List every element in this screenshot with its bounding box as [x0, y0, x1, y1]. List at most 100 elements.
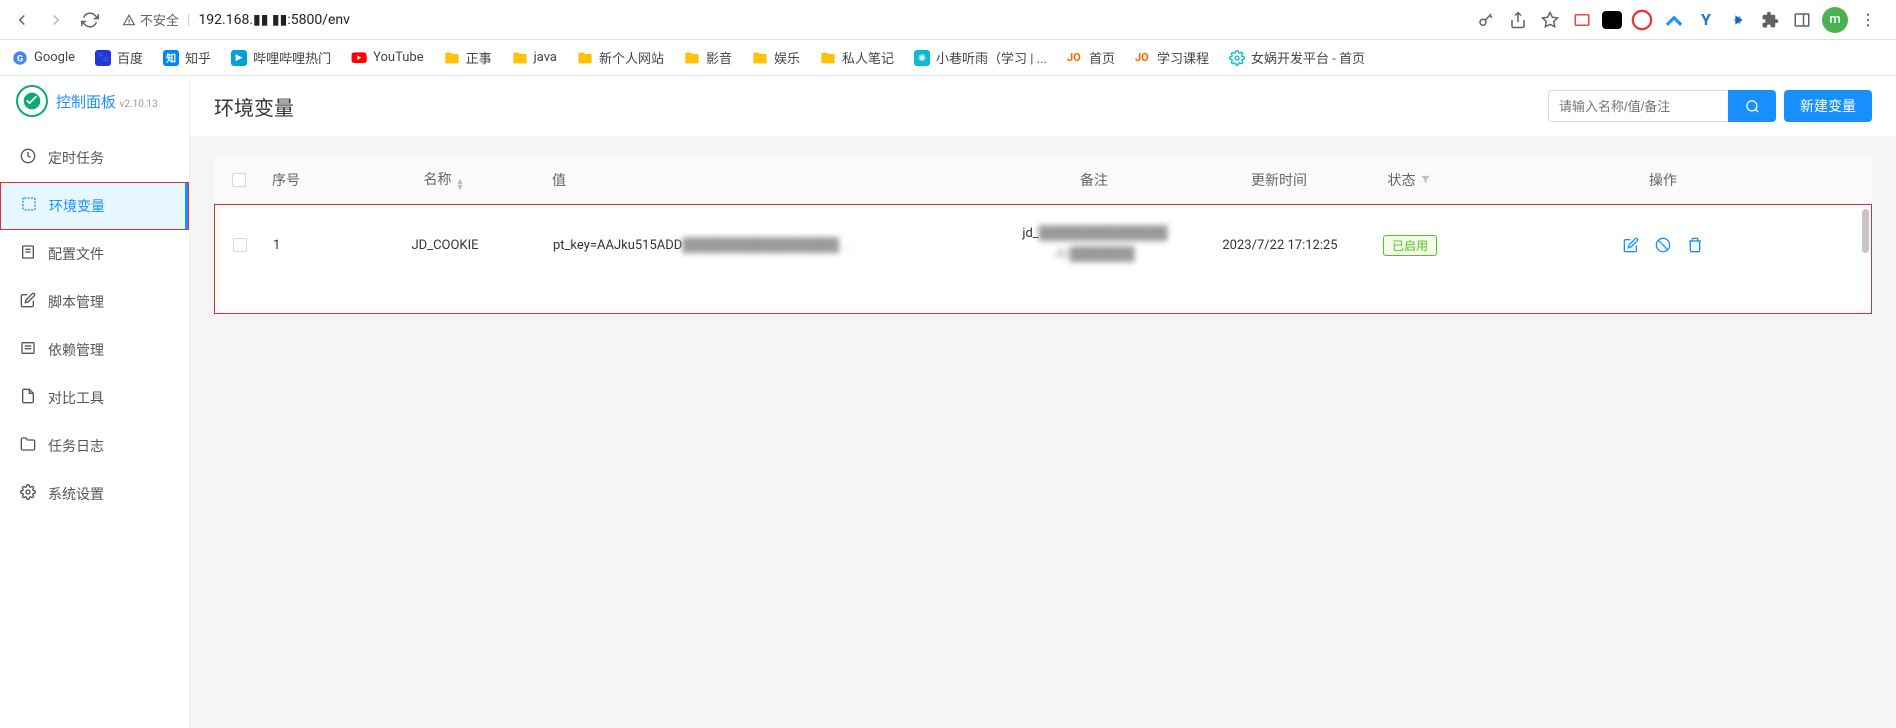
baidu-icon: 🐾: [95, 50, 111, 66]
scrollbar-thumb[interactable]: [1862, 209, 1869, 253]
url-bar[interactable]: 不安全 | 192.168.▮▮ ▮▮:5800/env: [110, 5, 1468, 35]
search-button[interactable]: [1728, 90, 1776, 122]
jo-icon: JO: [1067, 50, 1083, 66]
bookmark-item[interactable]: 影音: [684, 48, 732, 67]
ext-icon-5[interactable]: Y: [1694, 8, 1718, 32]
col-name[interactable]: 名称▲▼: [344, 169, 544, 191]
bookmark-item[interactable]: JO首页: [1067, 48, 1115, 67]
sidebar-item-5[interactable]: 对比工具: [0, 374, 189, 422]
menu-label: 依赖管理: [48, 340, 104, 360]
edit-icon[interactable]: [1623, 237, 1639, 253]
row-status: 已启用: [1365, 235, 1455, 256]
bookmark-label: 影音: [706, 48, 732, 67]
filter-icon: [1420, 173, 1431, 189]
col-value: 值: [544, 170, 994, 190]
bookmark-item[interactable]: 🐾 百度: [95, 48, 143, 67]
sidepanel-icon[interactable]: [1790, 8, 1814, 32]
row-updated: 2023/7/22 17:12:25: [1195, 238, 1365, 253]
ext-icon-3[interactable]: [1630, 8, 1654, 32]
menu-label: 配置文件: [48, 244, 104, 264]
menu-icon: [20, 340, 36, 360]
bookmark-item[interactable]: java: [512, 50, 557, 66]
google-icon: G: [12, 50, 28, 66]
menu-label: 任务日志: [48, 436, 104, 456]
bookmark-item[interactable]: ▶哔哩哔哩热门: [231, 48, 331, 67]
bookmark-label: 哔哩哔哩热门: [253, 48, 331, 67]
bookmark-item[interactable]: 正事: [444, 48, 492, 67]
new-variable-button[interactable]: 新建变量: [1784, 90, 1872, 122]
folder-icon: [577, 50, 593, 66]
url-text: 192.168.▮▮ ▮▮:5800/env: [198, 12, 349, 28]
menu-label: 环境变量: [49, 196, 105, 216]
row-checkbox[interactable]: [233, 238, 247, 252]
nav-forward-button[interactable]: [42, 6, 70, 34]
key-icon[interactable]: [1474, 8, 1498, 32]
col-remark: 备注: [994, 170, 1194, 190]
sidebar-item-6[interactable]: 任务日志: [0, 422, 189, 470]
disable-icon[interactable]: [1655, 237, 1671, 253]
bookmark-label: 娱乐: [774, 48, 800, 67]
ext-icon-1[interactable]: [1570, 8, 1594, 32]
menu-label: 脚本管理: [48, 292, 104, 312]
star-icon[interactable]: [1538, 8, 1562, 32]
bookmark-label: YouTube: [373, 50, 424, 65]
row-name: JD_COOKIE: [345, 238, 545, 253]
row-remark: jd_██████████████ 42███████: [995, 224, 1195, 266]
ext-icon-2[interactable]: [1602, 11, 1622, 29]
nav-back-button[interactable]: [8, 6, 36, 34]
menu-label: 对比工具: [48, 388, 104, 408]
bookmark-item[interactable]: GGoogle: [12, 50, 75, 66]
menu-dots-icon[interactable]: [1856, 8, 1880, 32]
col-updated: 更新时间: [1194, 170, 1364, 190]
site-icon: ◉: [914, 50, 930, 66]
sidebar-item-0[interactable]: 定时任务: [0, 134, 189, 182]
ext-icon-4[interactable]: [1662, 8, 1686, 32]
bookmark-item[interactable]: 女娲开发平台 - 首页: [1229, 48, 1365, 67]
bookmark-item[interactable]: 知知乎: [163, 48, 211, 67]
extensions-icon[interactable]: [1758, 8, 1782, 32]
bookmark-label: 私人笔记: [842, 48, 894, 67]
bookmark-item[interactable]: YouTube: [351, 50, 424, 66]
menu-icon: [20, 244, 36, 264]
profile-avatar[interactable]: m: [1822, 7, 1848, 33]
nav-refresh-button[interactable]: [76, 6, 104, 34]
bookmark-label: 学习课程: [1157, 48, 1209, 67]
share-icon[interactable]: [1506, 8, 1530, 32]
search-input[interactable]: [1548, 90, 1728, 122]
bookmark-label: 女娲开发平台 - 首页: [1251, 48, 1365, 67]
logo-icon: [16, 85, 48, 117]
bookmark-label: 正事: [466, 48, 492, 67]
ext-icon-6[interactable]: [1726, 8, 1750, 32]
sidebar-item-3[interactable]: 脚本管理: [0, 278, 189, 326]
insecure-badge: 不安全: [122, 10, 179, 29]
row-index: 1: [265, 238, 345, 253]
bookmark-label: 小巷听雨（学习 | ...: [936, 48, 1047, 67]
bookmark-item[interactable]: ◉ 小巷听雨（学习 | ...: [914, 48, 1047, 67]
sidebar-item-1[interactable]: 环境变量: [0, 182, 189, 230]
sidebar-item-2[interactable]: 配置文件: [0, 230, 189, 278]
folder-icon: [684, 50, 700, 66]
menu-icon: [20, 148, 36, 168]
menu-icon: [21, 196, 37, 216]
row-value: pt_key=AAJku515ADD█████████████████...: [545, 237, 995, 253]
bookmark-label: 百度: [117, 48, 143, 67]
bookmark-label: 新个人网站: [599, 48, 664, 67]
bookmark-item[interactable]: JO学习课程: [1135, 48, 1209, 67]
brand-version: v2.10.13: [120, 99, 158, 110]
delete-icon[interactable]: [1687, 237, 1703, 253]
sort-icon: ▲▼: [456, 179, 465, 191]
select-all-checkbox[interactable]: [232, 173, 246, 187]
svg-text:G: G: [17, 53, 23, 64]
folder-icon: [820, 50, 836, 66]
menu-icon: [20, 388, 36, 408]
sidebar-item-7[interactable]: 系统设置: [0, 470, 189, 518]
sidebar-item-4[interactable]: 依赖管理: [0, 326, 189, 374]
bookmark-item[interactable]: 娱乐: [752, 48, 800, 67]
col-status[interactable]: 状态: [1364, 170, 1454, 190]
gear-icon: [1229, 50, 1245, 66]
folder-icon: [444, 50, 460, 66]
col-index: 序号: [264, 170, 344, 190]
bookmark-item[interactable]: 私人笔记: [820, 48, 894, 67]
folder-icon: [752, 50, 768, 66]
bookmark-item[interactable]: 新个人网站: [577, 48, 664, 67]
